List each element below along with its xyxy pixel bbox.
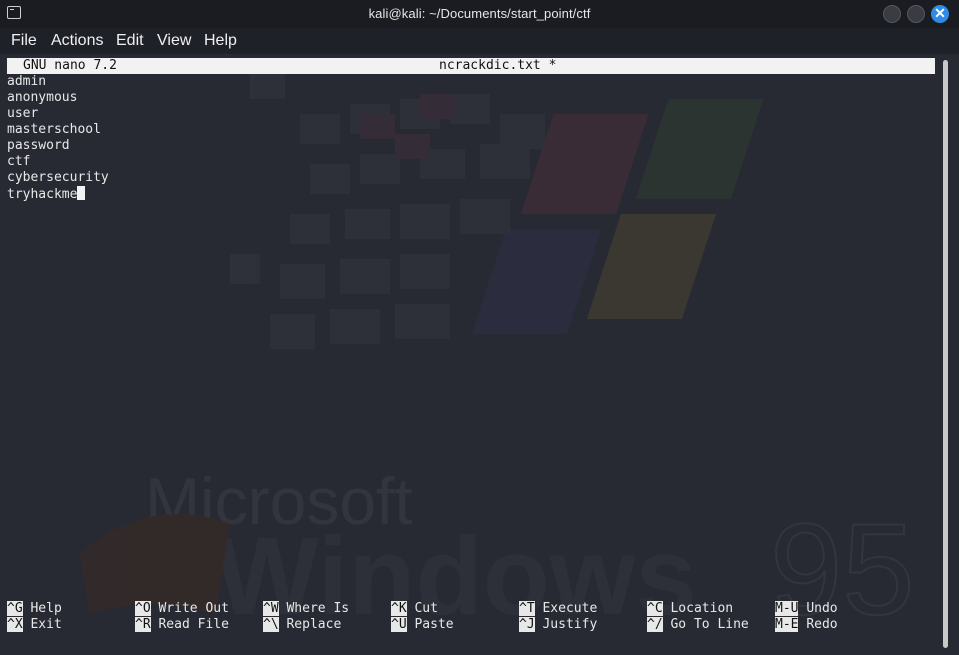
text-line: admin — [7, 74, 47, 89]
text-line: ctf — [7, 154, 31, 169]
menu-view[interactable]: View — [157, 32, 191, 50]
shortcut-key: ^\ — [263, 617, 279, 632]
shortcut-label: Location — [670, 601, 734, 616]
shortcut-exit[interactable]: ^X Exit — [7, 617, 62, 633]
text-line: anonymous — [7, 90, 78, 105]
shortcut-label: Redo — [806, 617, 838, 632]
window-title: kali@kali: ~/Documents/start_point/ctf — [368, 6, 591, 21]
shortcut-where-is[interactable]: ^W Where Is — [263, 601, 349, 617]
shortcut-execute[interactable]: ^T Execute — [519, 601, 597, 617]
terminal-area[interactable]: Microsoft Windows 95 GNU nano 7.2 ncrack… — [0, 54, 959, 655]
shortcut-label: Go To Line — [670, 617, 749, 632]
shortcut-key: ^R — [135, 617, 151, 632]
shortcut-key: ^U — [391, 617, 407, 632]
shortcut-key: ^G — [7, 601, 23, 616]
shortcut-label: Write Out — [158, 601, 229, 616]
shortcut-help[interactable]: ^G Help — [7, 601, 62, 617]
shortcut-paste[interactable]: ^U Paste — [391, 617, 454, 633]
text-line: user — [7, 106, 39, 121]
shortcut-key: ^W — [263, 601, 279, 616]
shortcut-key: ^O — [135, 601, 151, 616]
wallpaper: Microsoft Windows 95 — [80, 74, 916, 643]
shortcut-redo[interactable]: M-E Redo — [775, 617, 838, 633]
shortcut-label: Where Is — [286, 601, 350, 616]
nano-filename: ncrackdic.txt * — [439, 58, 557, 73]
shortcut-read-file[interactable]: ^R Read File — [135, 617, 229, 633]
shortcut-key: ^/ — [647, 617, 663, 632]
menu-actions[interactable]: Actions — [51, 32, 103, 50]
shortcut-location[interactable]: ^C Location — [647, 601, 733, 617]
shortcut-go-to-line[interactable]: ^/ Go To Line — [647, 617, 749, 633]
scrollbar[interactable] — [943, 60, 948, 648]
shortcut-key: ^X — [7, 617, 23, 632]
menu-edit[interactable]: Edit — [116, 32, 144, 50]
shortcut-write-out[interactable]: ^O Write Out — [135, 601, 229, 617]
close-button[interactable]: ✕ — [931, 5, 949, 23]
text-line: cybersecurity — [7, 170, 109, 185]
nano-version: GNU nano 7.2 — [23, 58, 117, 73]
shortcut-label: Justify — [542, 617, 598, 632]
text-cursor — [77, 186, 86, 200]
shortcut-label: Read File — [158, 617, 229, 632]
text-line: masterschool — [7, 122, 101, 137]
shortcut-bar: ^G Help ^O Write Out ^W Where Is ^K Cut … — [7, 601, 887, 633]
text-line-cursor: tryhackme — [7, 186, 109, 202]
shortcut-label: Replace — [286, 617, 342, 632]
shortcut-label: Execute — [542, 601, 598, 616]
shortcut-label: Cut — [414, 601, 438, 616]
shortcut-label: Help — [30, 601, 62, 616]
menu-help[interactable]: Help — [204, 32, 237, 50]
shortcut-key: M-U — [775, 601, 799, 616]
shortcut-key: ^K — [391, 601, 407, 616]
nano-header-bar: GNU nano 7.2 ncrackdic.txt * — [7, 58, 935, 74]
shortcut-label: Paste — [414, 617, 454, 632]
text-line: password — [7, 138, 70, 153]
close-icon: ✕ — [934, 5, 946, 21]
shortcut-cut[interactable]: ^K Cut — [391, 601, 438, 617]
shortcut-key: ^T — [519, 601, 535, 616]
shortcut-key: ^C — [647, 601, 663, 616]
shortcut-key: ^J — [519, 617, 535, 632]
shortcut-justify[interactable]: ^J Justify — [519, 617, 597, 633]
shortcut-replace[interactable]: ^\ Replace — [263, 617, 341, 633]
minimize-button[interactable] — [883, 5, 901, 23]
shortcut-key: M-E — [775, 617, 799, 632]
maximize-button[interactable] — [907, 5, 925, 23]
shortcut-label: Exit — [30, 617, 62, 632]
editor-buffer[interactable]: admin anonymous user masterschool passwo… — [7, 74, 109, 202]
text-line: tryhackme — [7, 187, 78, 202]
menu-file[interactable]: File — [11, 32, 37, 50]
menu-bar: File Actions Edit View Help — [0, 28, 959, 54]
shortcut-label: Undo — [806, 601, 838, 616]
title-bar: kali@kali: ~/Documents/start_point/ctf ✕ — [0, 0, 959, 28]
shortcut-undo[interactable]: M-U Undo — [775, 601, 838, 617]
